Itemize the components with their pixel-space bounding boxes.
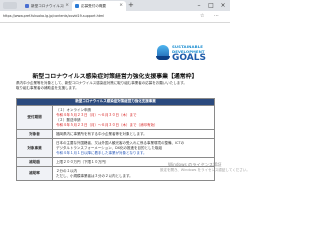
browser-tab-bar: 新型コロナウイルス感染症対策経営力 × 応募受付の概要 × + – □ ×	[0, 0, 230, 11]
row-label: 対象者	[16, 129, 53, 139]
tab-favicon-icon	[25, 4, 29, 8]
tab-active[interactable]: 応募受付の概要 ×	[72, 1, 126, 11]
url-field[interactable]: https://www.pref.fukuoka.lg.jp/contents/…	[3, 14, 104, 18]
logo-wave-shape	[156, 56, 170, 60]
close-icon[interactable]: ×	[119, 3, 123, 9]
new-tab-button[interactable]: +	[128, 1, 134, 10]
row-label: 補助率	[16, 166, 53, 181]
row-line: ただし、小規模事業者は３分の２以内とします。	[56, 173, 133, 178]
tab-favicon-icon	[75, 4, 79, 8]
table-row: 対象事業 日本の主要な外国籍者、又は外国人観光客の受入れに係る事業環境の整備、I…	[16, 138, 215, 158]
tab-actions-button[interactable]	[3, 2, 17, 9]
intro-text: 県内中小企業等を対象として、新型コロナウイルス感染症対策に取り組む事業者の応募を…	[16, 81, 216, 91]
page-content: SUSTAINABLE DEVELOPMENT GOALS 新型コロナウイルス感…	[0, 23, 230, 200]
table-row: 対象者 福岡県内に事業所を有する中小企業者等を対象とします。	[16, 129, 215, 139]
maximize-icon[interactable]: □	[205, 0, 217, 11]
row-line: 福岡県内に事業所を有する中小企業者等を対象とします。	[56, 131, 147, 136]
row-label: 補助額	[16, 157, 53, 167]
row-line: 令和４年１月１日以降に着手した事業が対象となります。	[56, 150, 147, 155]
sdgs-logo-line3: GOALS	[172, 53, 206, 63]
minimize-icon[interactable]: –	[193, 0, 205, 11]
address-bar: https://www.pref.fukuoka.lg.jp/contents/…	[0, 11, 230, 23]
row-label: 受付期間	[16, 105, 53, 130]
row-line: 令和４年５月２３日（月）～６月３０日（木）まで（消印有効）	[56, 122, 158, 127]
windows-activation-watermark-text: 設定を開き、Windows をライセンス認証してください。	[160, 168, 250, 172]
tab-title: 応募受付の概要	[81, 3, 107, 8]
close-window-icon[interactable]: ×	[217, 0, 229, 11]
row-value: 日本の主要な外国籍者、又は外国人観光客の受入れに係る事業環境の整備、ICTの デ…	[52, 138, 215, 158]
favorite-star-icon[interactable]: ☆	[200, 13, 204, 20]
table-row: 受付期間 （１）オンライン申請 令和４年５月２３日（月）～６月３０日（木）まで …	[16, 105, 215, 130]
page-title: 新型コロナウイルス感染症対策経営力強化支援事業【通常枠】	[32, 74, 198, 80]
close-icon[interactable]: ×	[65, 3, 69, 9]
sdgs-logo: SUSTAINABLE DEVELOPMENT GOALS	[172, 44, 226, 63]
table-header: 新型コロナウイルス感染症対策経営力強化支援事業	[16, 98, 215, 106]
menu-icon[interactable]: ⋯	[214, 13, 219, 20]
tab-title: 新型コロナウイルス感染症対策経営力	[31, 3, 64, 8]
row-label: 対象事業	[16, 138, 53, 158]
row-value: 福岡県内に事業所を有する中小企業者等を対象とします。	[52, 129, 215, 139]
row-value: （１）オンライン申請 令和４年５月２３日（月）～６月３０日（木）まで （２）郵送…	[52, 105, 215, 130]
intro-line: 取り組む事業者の補助金を支援します。	[16, 86, 79, 90]
tab-inactive[interactable]: 新型コロナウイルス感染症対策経営力 ×	[22, 1, 72, 11]
